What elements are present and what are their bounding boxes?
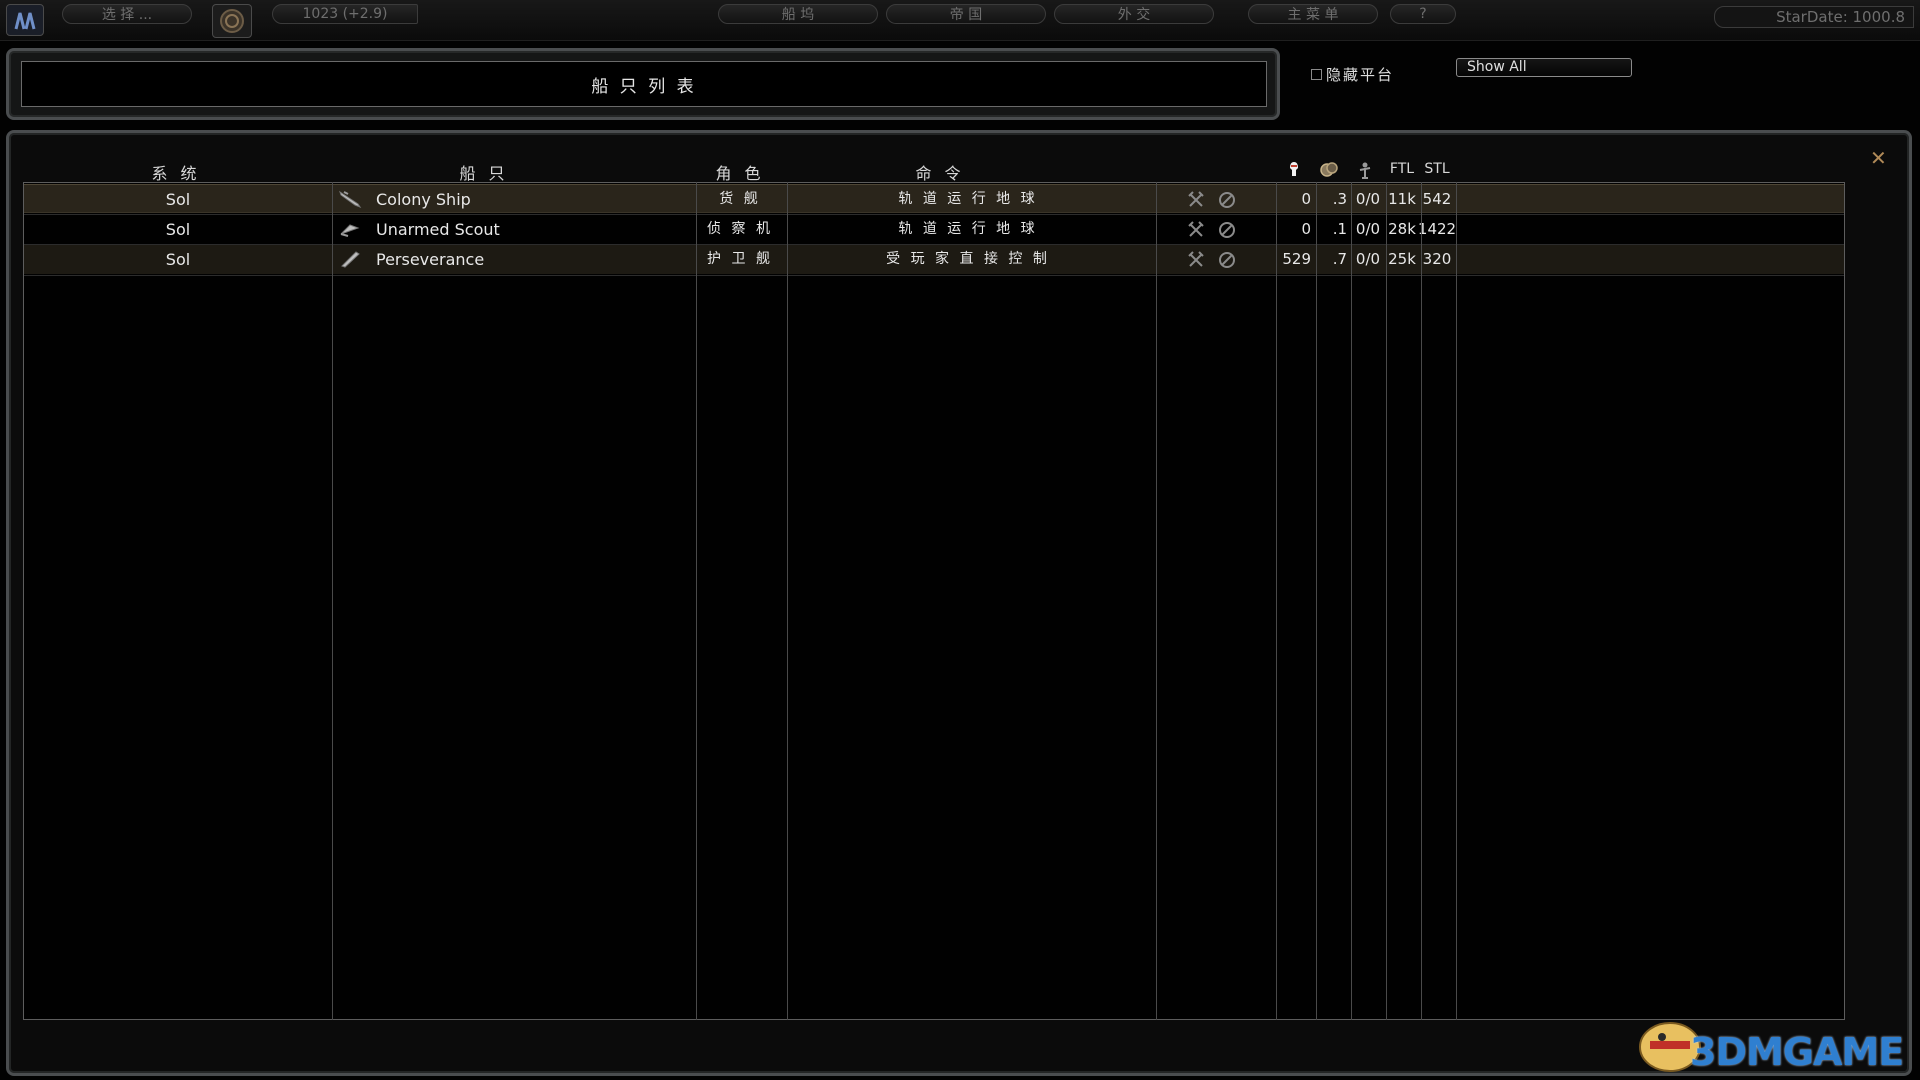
header-stl[interactable]: STL: [1424, 161, 1449, 177]
credits-display: 1023 (+2.9): [272, 4, 418, 24]
stardate-display: StarDate: 1000.8: [1714, 6, 1914, 28]
empire-button[interactable]: 帝 国: [886, 4, 1046, 24]
row-role: 货 舰: [719, 191, 761, 207]
scrap-icon[interactable]: [1187, 251, 1205, 269]
row-order: 轨 道 运 行 地 球: [898, 191, 1038, 207]
select-button[interactable]: 选 择 ...: [62, 4, 192, 24]
ship-filter-dropdown[interactable]: Show All: [1456, 58, 1632, 77]
scout-ship-icon: [340, 224, 360, 237]
row-role: 侦 察 机: [707, 221, 773, 237]
column-divider: [696, 182, 697, 1020]
row-maintenance: .7: [1332, 250, 1347, 268]
scrap-icon[interactable]: [1187, 191, 1205, 209]
main-menu-button[interactable]: 主 菜 单: [1248, 4, 1378, 24]
ship-table: [23, 182, 1845, 1020]
hide-platforms-label: 隐藏平台: [1326, 66, 1395, 84]
row-stl: 320: [1422, 250, 1452, 268]
table-row[interactable]: Sol Unarmed Scout 侦 察 机 轨 道 运 行 地 球 0 .1…: [24, 215, 1844, 244]
row-ftl: 28k: [1388, 220, 1416, 238]
row-strength: 0: [1301, 190, 1311, 208]
row-order: 受 玩 家 直 接 控 制: [886, 251, 1050, 267]
page-title: 船 只 列 表: [21, 61, 1267, 107]
row-ship-name[interactable]: Perseverance: [376, 245, 484, 274]
row-divider: [24, 275, 1844, 276]
title-panel: 船 只 列 表: [6, 48, 1280, 120]
row-strength: 529: [1282, 250, 1311, 268]
column-divider: [1386, 182, 1387, 1020]
row-ftl: 11k: [1388, 190, 1416, 208]
row-system: Sol: [165, 250, 191, 269]
header-role[interactable]: 角 色: [715, 160, 764, 184]
row-order: 轨 道 运 行 地 球: [898, 221, 1038, 237]
row-stl: 542: [1422, 190, 1452, 208]
row-maintenance: .3: [1332, 190, 1347, 208]
maintenance-header-icon[interactable]: [1320, 161, 1338, 181]
cancel-icon[interactable]: [1218, 221, 1236, 239]
row-strength: 0: [1301, 220, 1311, 238]
row-ship-name[interactable]: Colony Ship: [376, 185, 471, 214]
frigate-ship-icon: [341, 251, 360, 268]
row-role: 护 卫 舰: [707, 251, 773, 267]
row-ship-name[interactable]: Unarmed Scout: [376, 215, 500, 244]
column-divider: [1316, 182, 1317, 1020]
table-row[interactable]: Sol Colony Ship 货 舰 轨 道 运 行 地 球 0 .3 0/0…: [24, 184, 1844, 213]
column-divider: [1156, 182, 1157, 1020]
hide-platforms-toggle[interactable]: 隐藏平台: [1311, 64, 1394, 85]
credits-icon: [212, 4, 252, 38]
row-troops: 0/0: [1355, 190, 1381, 208]
row-troops: 0/0: [1355, 250, 1381, 268]
row-troops: 0/0: [1355, 220, 1381, 238]
row-system: Sol: [165, 190, 191, 209]
header-order[interactable]: 命 令: [915, 160, 964, 184]
troops-header-icon[interactable]: [1357, 161, 1373, 183]
help-button[interactable]: ?: [1390, 4, 1456, 24]
column-divider: [1276, 182, 1277, 1020]
row-stl: 1422: [1417, 220, 1457, 238]
row-ftl: 25k: [1388, 250, 1416, 268]
diplomacy-button[interactable]: 外 交: [1054, 4, 1214, 24]
column-divider: [332, 182, 333, 1020]
hide-platforms-checkbox[interactable]: [1311, 69, 1322, 80]
column-divider: [1421, 182, 1422, 1020]
colony-ship-icon: [339, 190, 362, 208]
table-row[interactable]: Sol Perseverance 护 卫 舰 受 玩 家 直 接 控 制 529…: [24, 245, 1844, 274]
header-ship[interactable]: 船 只: [459, 160, 508, 184]
close-icon[interactable]: ✕: [1870, 148, 1887, 168]
header-system[interactable]: 系 统: [151, 160, 200, 184]
column-divider: [787, 182, 788, 1020]
empire-logo-icon[interactable]: [6, 4, 44, 36]
row-system: Sol: [165, 220, 191, 239]
strength-header-icon[interactable]: [1287, 160, 1301, 182]
header-ftl[interactable]: FTL: [1390, 161, 1414, 177]
top-bar: 选 择 ... 1023 (+2.9) 船 坞 帝 国 外 交 主 菜 单 ? …: [0, 0, 1920, 41]
cancel-icon[interactable]: [1218, 251, 1236, 269]
shipyard-button[interactable]: 船 坞: [718, 4, 878, 24]
scrap-icon[interactable]: [1187, 221, 1205, 239]
watermark-text: 3DMGAME: [1690, 1030, 1904, 1074]
column-divider: [1351, 182, 1352, 1020]
column-divider: [1456, 182, 1457, 1020]
row-maintenance: .1: [1332, 220, 1347, 238]
cancel-icon[interactable]: [1218, 191, 1236, 209]
